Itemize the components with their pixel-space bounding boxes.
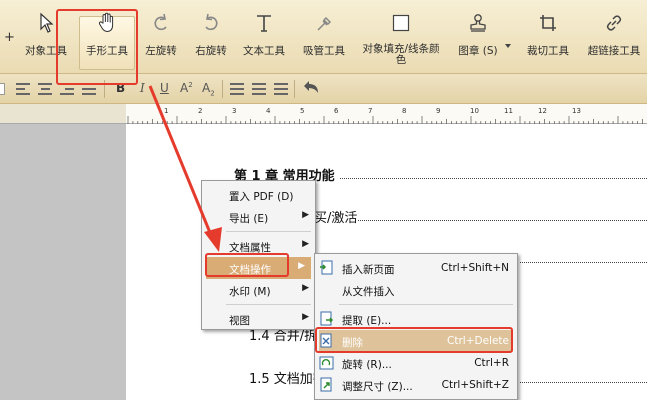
ruler-number: 9 [436,107,440,115]
superscript-button[interactable]: A2 [180,81,193,95]
toc-leader-dots [520,382,647,383]
ruler-number: 3 [232,107,236,115]
menu-item-resize[interactable]: 调整尺寸 (Z)... Ctrl+Shift+Z [315,374,517,396]
stamp-icon [465,8,491,38]
toc-leader-dots [358,220,647,221]
ruler-number: 10 [470,107,479,115]
stamp-dropdown-icon[interactable] [505,44,511,48]
toc-leader-dots [340,178,647,179]
menu-item-insert-new-page[interactable]: 插入新页面 Ctrl+Shift+N [315,257,517,279]
ruler-number: 8 [402,107,406,115]
indent-icon[interactable] [274,83,288,95]
rotate-left-icon [148,8,174,38]
hyperlink-icon [601,8,627,38]
italic-button[interactable]: I [140,81,145,95]
resize-page-icon [319,377,334,393]
rotate-right-icon [198,8,224,38]
menu-item-rotate[interactable]: 旋转 (R)... Ctrl+R [315,352,517,374]
submenu-arrow-icon: ▶ [302,210,309,220]
menu-item-watermark[interactable]: 水印 (M) ▶ [202,279,315,301]
toc-entry-partial: 买/激活 [314,211,358,226]
text-tool-button[interactable]: 文本工具 [238,2,290,70]
separator [222,80,223,98]
crop-tool-button[interactable]: 裁切工具 [522,2,574,70]
menu-item-import-pdf[interactable]: 置入 PDF (D) [202,184,315,206]
align-center-icon[interactable] [38,83,52,95]
rotate-page-icon [319,355,334,371]
toc-leader-dots [520,262,647,263]
eyedropper-icon [311,8,337,38]
ruler-number: 2 [198,107,202,115]
menu-separator [226,304,311,305]
highlight-box-hand-tool [56,9,138,85]
menu-item-export[interactable]: 导出 (E) ▶ [202,206,315,228]
menu-separator [339,304,513,305]
ruler-number: 1 [164,107,168,115]
ruler-number: 7 [368,107,372,115]
text-tool-icon [251,8,277,38]
ruler-number: 13 [572,107,581,115]
ruler-margin [0,104,126,124]
format-bar-partial-control[interactable] [0,83,5,95]
separator [294,80,295,98]
horizontal-ruler[interactable]: 1 2 3 4 5 6 7 8 9 10 11 12 13 [126,104,647,124]
extract-page-icon [319,311,334,327]
menu-separator [226,231,311,232]
list-icon[interactable] [230,83,244,95]
hyperlink-tool-button[interactable]: 超链接工具 [584,2,644,70]
line-spacing-icon[interactable] [252,83,266,95]
ruler-number: 5 [300,107,304,115]
subscript-button[interactable]: A2 [202,81,215,97]
ruler-number: 12 [538,107,547,115]
fill-color-icon [388,8,414,38]
underline-button[interactable]: U [160,81,169,95]
submenu-arrow-icon: ▶ [302,283,309,293]
ruler-number: 6 [334,107,339,115]
menu-item-insert-from-file[interactable]: 从文件插入 [315,279,517,301]
highlight-box-delete [315,327,513,353]
insert-page-icon [319,260,334,276]
menu-item-view[interactable]: 视图 ▶ [202,308,315,330]
ruler-ticks: 1 2 3 4 5 6 7 8 9 10 11 12 13 [127,107,643,124]
rotate-left-button[interactable]: 左旋转 [140,2,182,70]
eyedropper-tool-button[interactable]: 吸管工具 [298,2,350,70]
submenu-arrow-icon: ▶ [298,261,305,271]
workspace-background [0,124,126,400]
ruler-number: 11 [504,107,513,115]
undo-icon[interactable] [302,80,320,100]
align-left-icon[interactable] [16,83,30,95]
toolbar-partial-item[interactable]: + [4,30,15,45]
submenu-arrow-icon: ▶ [302,239,309,249]
ruler-number: 4 [266,107,271,115]
crop-icon [535,8,561,38]
stamp-tool-button[interactable]: 图章 (S) [454,2,502,70]
rotate-right-button[interactable]: 右旋转 [190,2,232,70]
submenu-arrow-icon: ▶ [302,312,309,322]
highlight-box-document-operations [205,253,289,277]
fill-color-button[interactable]: 对象填充/线条颜色 [356,2,446,70]
